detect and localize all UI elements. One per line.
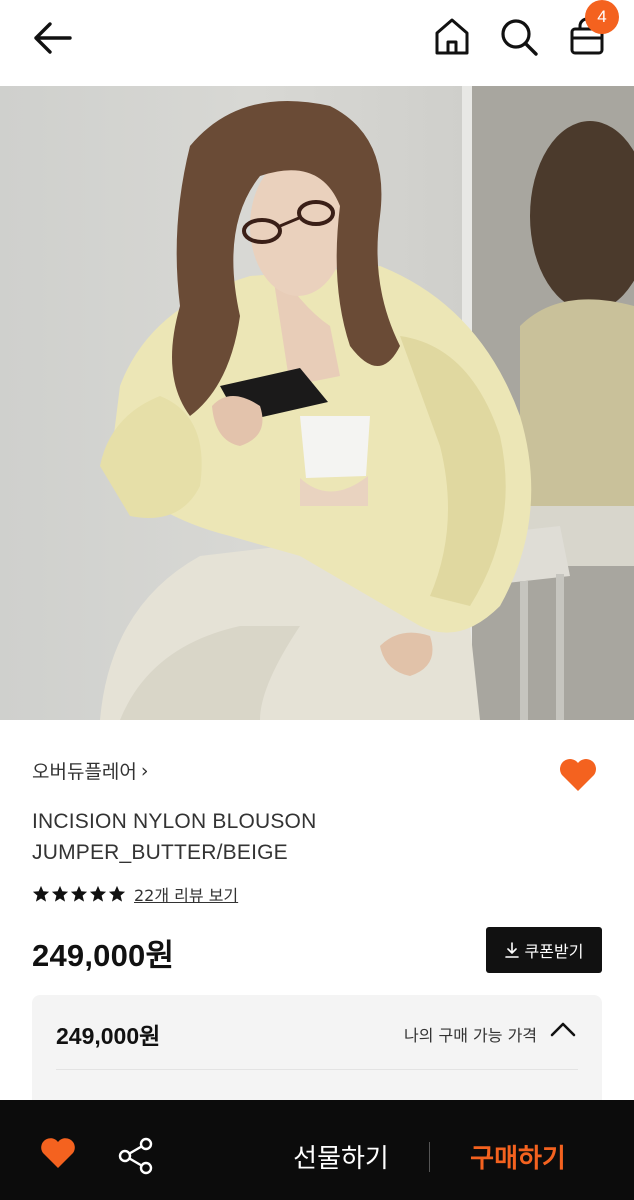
purchase-bar: 선물하기 구매하기 bbox=[0, 1100, 634, 1200]
star-icon bbox=[89, 885, 107, 902]
wishlist-heart-icon[interactable] bbox=[556, 752, 600, 796]
star-rating bbox=[32, 885, 126, 903]
review-link[interactable]: 22개 리뷰 보기 bbox=[134, 882, 238, 906]
chevron-up-icon[interactable] bbox=[550, 1019, 576, 1039]
product-title-line-1: INCISION NYLON BLOUSON bbox=[32, 810, 317, 833]
my-price-panel[interactable]: 249,000원 나의 구매 가능 가격 bbox=[32, 995, 602, 1115]
product-title-line-2: JUMPER_BUTTER/BEIGE bbox=[32, 841, 288, 864]
search-icon[interactable] bbox=[498, 16, 540, 58]
top-app-bar: 4 bbox=[0, 0, 634, 86]
product-price: 249,000원 bbox=[32, 938, 175, 973]
my-price-label: 나의 구매 가능 가격 bbox=[404, 1026, 538, 1045]
brand-name: 오버듀플레어 bbox=[32, 761, 137, 783]
star-icon bbox=[51, 885, 69, 902]
coupon-label: 쿠폰받기 bbox=[524, 942, 584, 961]
my-price-value: 249,000원 bbox=[56, 1023, 161, 1049]
brand-link[interactable]: 오버듀플레어 › bbox=[32, 757, 149, 784]
arrow-left-icon[interactable] bbox=[30, 18, 74, 58]
product-title: INCISION NYLON BLOUSON JUMPER_BUTTER/BEI… bbox=[32, 806, 452, 868]
coupon-download-button[interactable]: 쿠폰받기 bbox=[486, 927, 602, 973]
button-separator bbox=[429, 1142, 430, 1172]
wishlist-heart-icon[interactable] bbox=[38, 1134, 78, 1172]
chevron-right-icon: › bbox=[140, 759, 149, 782]
download-icon bbox=[504, 942, 519, 958]
rating-row: 22개 리뷰 보기 bbox=[32, 882, 238, 906]
star-icon bbox=[108, 885, 126, 902]
gift-button[interactable]: 선물하기 bbox=[282, 1138, 400, 1175]
star-icon bbox=[32, 885, 50, 902]
panel-divider bbox=[56, 1069, 578, 1070]
buy-button[interactable]: 구매하기 bbox=[458, 1138, 578, 1175]
cart-count-badge: 4 bbox=[585, 0, 619, 34]
share-icon[interactable] bbox=[116, 1136, 156, 1176]
star-icon bbox=[70, 885, 88, 902]
product-image[interactable] bbox=[0, 86, 634, 720]
product-photo bbox=[100, 86, 634, 720]
home-icon[interactable] bbox=[432, 16, 472, 58]
